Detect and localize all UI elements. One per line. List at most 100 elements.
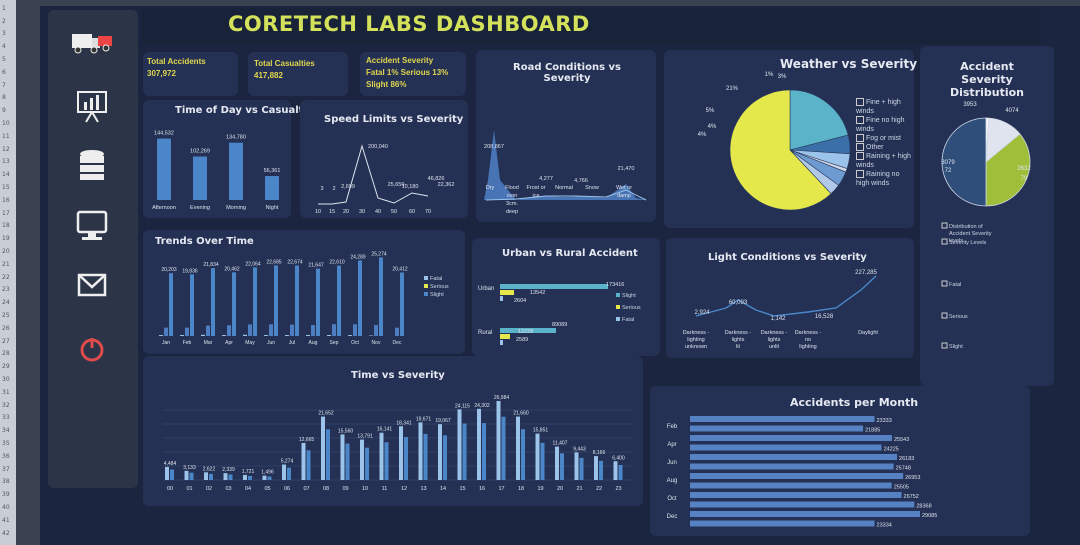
- tick-label: Jun: [267, 340, 275, 346]
- data-label: 4%: [698, 132, 707, 138]
- mail-icon[interactable]: [70, 268, 114, 304]
- power-icon[interactable]: [70, 332, 114, 368]
- data-label: 144,532: [154, 131, 174, 137]
- bar: [223, 473, 228, 480]
- data-label: 23333: [877, 418, 892, 424]
- bar: [555, 446, 559, 480]
- bar: [282, 464, 286, 480]
- data-label: 25,274: [371, 251, 387, 257]
- bar-fatal: [500, 296, 503, 301]
- bar: [262, 475, 267, 480]
- legend-swatch: [941, 312, 948, 319]
- tick-label: 40: [375, 209, 381, 215]
- data-label: 13,791: [357, 434, 373, 440]
- bar-slight: [316, 268, 320, 336]
- monitor-icon[interactable]: [70, 208, 114, 244]
- bar: [209, 473, 213, 480]
- legend-swatch: [424, 292, 428, 296]
- chart-severity-distribution: Accident Severity Distribution 3953 4074 3…: [920, 46, 1054, 386]
- data-label: 1,496: [261, 470, 274, 476]
- bar: [306, 450, 311, 480]
- tick-label: 07: [303, 486, 309, 492]
- bar: [326, 429, 330, 480]
- light-svg: 2,92460,0931,142 16,528227,285Darkness -l…: [683, 270, 879, 350]
- presentation-chart-icon[interactable]: [70, 88, 114, 124]
- tick-label: 18: [518, 486, 524, 492]
- bar-slight: [232, 272, 236, 336]
- time-of-day-svg: 144,532 Afternoon 102,269 Evening 134,780 Mor…: [152, 131, 280, 211]
- bar: [613, 461, 618, 480]
- weather-legend: Fine + high winds Fine no high winds Fog o…: [856, 98, 912, 188]
- data-label: 25505: [894, 485, 909, 491]
- data-label: 22,610: [329, 260, 345, 266]
- tick-label: damp: [617, 193, 631, 199]
- tick-label: Snow: [585, 185, 599, 191]
- data-label: 23334: [877, 523, 892, 529]
- data-label: 22,064: [245, 261, 261, 267]
- tick-label: 15: [459, 486, 465, 492]
- bar-slight: [190, 274, 194, 336]
- bar-serious: [395, 327, 399, 336]
- bar: [157, 138, 171, 200]
- data-label: 1,721: [242, 469, 255, 475]
- bar: [321, 416, 325, 480]
- bar-serious: [185, 327, 189, 336]
- tick-label: 09: [342, 486, 348, 492]
- bar: [496, 400, 501, 480]
- legend-item: Distribution of: [949, 224, 983, 230]
- tick-label: Dec: [667, 514, 678, 520]
- data-label: 24,289: [350, 254, 366, 260]
- legend-item: Fine no high winds: [856, 116, 905, 133]
- tick-label: lights: [768, 337, 781, 343]
- tick-label: unlit: [769, 344, 780, 350]
- data-label: 4,277: [539, 176, 553, 182]
- legend-item: Slight: [622, 293, 636, 299]
- tick-label: Jun: [667, 460, 677, 466]
- data-label: 25543: [894, 437, 909, 443]
- database-icon[interactable]: [70, 148, 114, 184]
- tick-label: 10: [315, 209, 321, 215]
- bar: [501, 416, 506, 480]
- data-label: 12228: [518, 329, 533, 335]
- bar: [301, 442, 306, 480]
- bar: [204, 472, 208, 480]
- tick-label: no: [805, 337, 811, 343]
- chart-weather: Weather vs Severity 21% 5% 4% 1% 4% 3% Fine +…: [664, 50, 917, 228]
- bar-serious: [290, 324, 294, 336]
- tick-label: Nov: [372, 340, 381, 346]
- bar-slight: [400, 272, 404, 336]
- bar-slight: [358, 260, 362, 336]
- tick-label: Afternoon: [152, 205, 176, 211]
- data-label: 21,652: [318, 411, 334, 417]
- tick-label: 12: [401, 486, 407, 492]
- tick-label: Darkness -: [795, 330, 822, 336]
- trends-svg: Jan 20,203 Feb 19,836 Mar 21,834 Apr 20,462 May 2…: [159, 251, 449, 346]
- tick-label: Jan: [162, 340, 170, 346]
- data-label: 3: [320, 186, 323, 192]
- legend-swatch: [941, 238, 948, 245]
- tick-label: ice: [532, 193, 539, 199]
- bar-serious: [374, 325, 378, 336]
- tick-label: 70: [425, 209, 431, 215]
- row-number-gutter: 1 2 3 4 5 6 7 8 9 10 11 12 13 14 15 16 17 18 19 20 21 22 23 24 2…: [0, 0, 16, 545]
- data-label: 3079: [941, 160, 955, 166]
- tick-label: 00: [167, 486, 173, 492]
- data-label: 1,142: [770, 316, 786, 322]
- bar-slight: [169, 273, 173, 336]
- bar-slight: [379, 257, 383, 336]
- tick-label: lighting: [687, 337, 704, 343]
- kpi-label: Accident Severity: [366, 56, 434, 65]
- tick-label: 14: [440, 486, 446, 492]
- data-label: 6,400: [612, 455, 625, 461]
- data-label: 173416: [606, 282, 624, 288]
- data-label: 208,867: [484, 144, 504, 150]
- tick-label: Morning: [226, 205, 246, 211]
- vehicle-crash-icon[interactable]: [70, 24, 114, 60]
- tick-label: Jul: [289, 340, 295, 346]
- bar: [384, 442, 389, 480]
- tick-label: over: [507, 193, 518, 199]
- legend-swatch: [616, 317, 620, 321]
- tick-label: 22: [596, 486, 602, 492]
- bar: [690, 444, 882, 451]
- bar-fatal: [348, 335, 352, 336]
